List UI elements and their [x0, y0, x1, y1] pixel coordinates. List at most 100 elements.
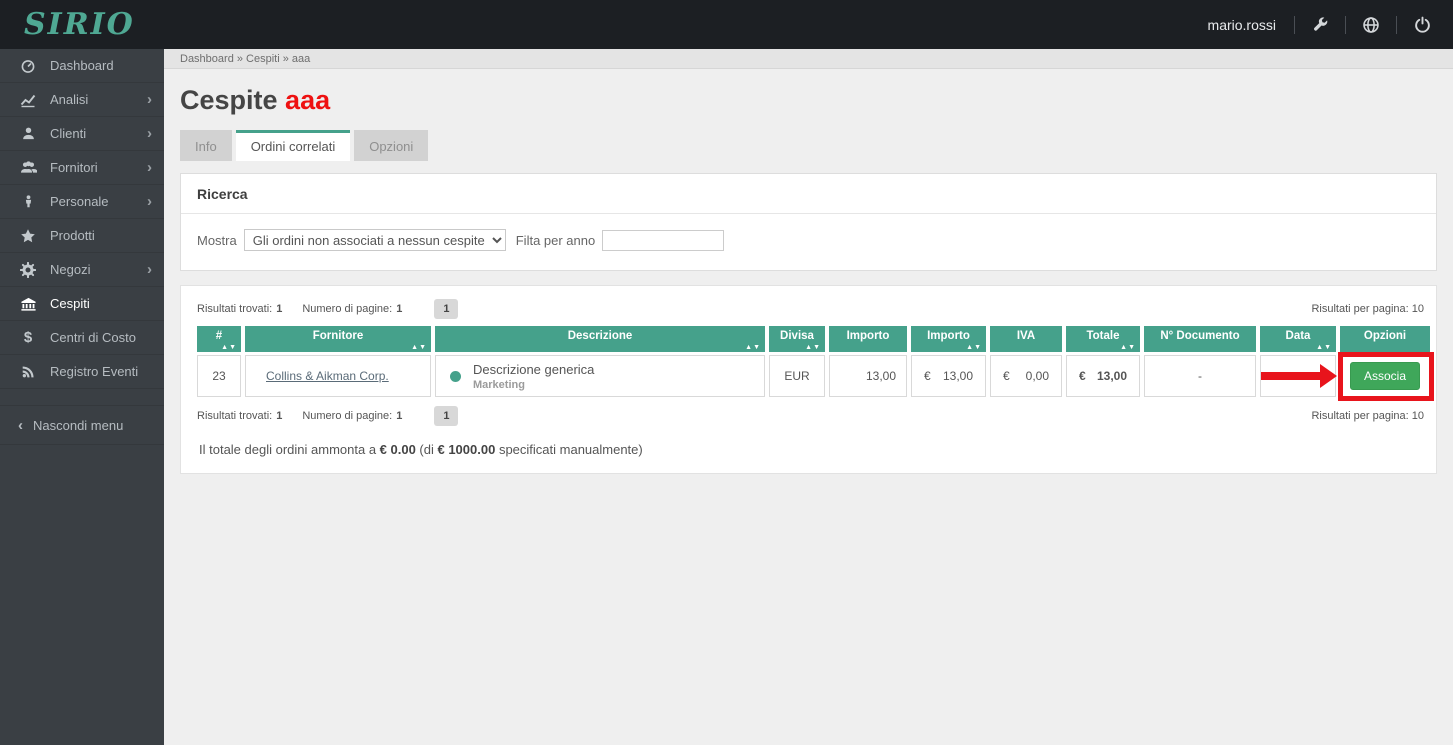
table-header-row: # ▲▼ Fornitore ▲▼ Descrizione ▲▼ Divisa ▲▼ I…	[197, 326, 1430, 352]
page-title: Cespite aaa	[180, 85, 1437, 116]
col-header-label: Descrizione	[567, 330, 633, 342]
col-header-label: N° Documento	[1160, 330, 1240, 342]
year-filter-input[interactable]	[602, 229, 725, 251]
per-page-value: 10	[1411, 303, 1424, 315]
page-count-label: Numero di pagine:	[302, 410, 393, 422]
chevron-left-icon: ‹	[18, 416, 23, 434]
per-page-value: 10	[1411, 410, 1424, 422]
sidebar-item-label: Personale	[50, 194, 109, 209]
col-header-importo-eur[interactable]: Importo ▲▼	[911, 326, 986, 352]
app-root: SIRIO mario.rossi Dashboard Analisi › Cl…	[0, 0, 1453, 745]
sidebar-item-label: Cespiti	[50, 296, 90, 311]
col-header-descrizione[interactable]: Descrizione ▲▼	[435, 326, 765, 352]
sort-icon[interactable]: ▲▼	[411, 344, 427, 351]
sidebar-item-cespiti[interactable]: Cespiti	[0, 287, 164, 321]
divider	[1345, 15, 1346, 34]
user-icon	[18, 126, 38, 141]
sidebar-item-analisi[interactable]: Analisi ›	[0, 83, 164, 117]
bank-icon	[18, 296, 38, 312]
search-panel: Ricerca Mostra Gli ordini non associati …	[180, 173, 1437, 271]
sort-icon[interactable]: ▲▼	[745, 344, 761, 351]
tab-opzioni[interactable]: Opzioni	[354, 130, 429, 161]
amount: 13,00	[942, 369, 973, 383]
show-label: Mostra	[197, 232, 237, 248]
col-header-totale[interactable]: Totale ▲▼	[1066, 326, 1140, 352]
hide-menu-label: Nascondi menu	[33, 417, 124, 433]
sidebar-item-label: Clienti	[50, 126, 87, 141]
sort-icon[interactable]: ▲▼	[1316, 344, 1332, 351]
col-header-iva[interactable]: IVA	[990, 326, 1062, 352]
page-1-button[interactable]: 1	[434, 406, 459, 426]
results-found-value: 1	[276, 410, 283, 422]
globe-icon[interactable]	[1358, 12, 1384, 38]
sidebar-item-label: Prodotti	[50, 228, 95, 243]
per-page-label: Risultati per pagina:	[1311, 303, 1409, 315]
results-found: Risultati trovati: 1	[197, 410, 282, 422]
order-filter-select[interactable]: Gli ordini non associati a nessun cespit…	[243, 229, 506, 251]
main-content: Dashboard » Cespiti » aaa Cespite aaa In…	[164, 49, 1453, 745]
annotation-arrow-icon	[1261, 364, 1337, 388]
cell-totale: €13,00	[1066, 355, 1140, 397]
chevron-right-icon: ›	[147, 193, 152, 210]
col-header-label: Opzioni	[1363, 330, 1407, 342]
tab-info[interactable]: Info	[180, 130, 232, 161]
sidebar-item-fornitori[interactable]: Fornitori ›	[0, 151, 164, 185]
table-row: 23 Collins & Aikman Corp. Descrizione ge…	[197, 352, 1434, 401]
wrench-icon[interactable]	[1307, 12, 1333, 38]
col-header-documento[interactable]: N° Documento	[1144, 326, 1256, 352]
sidebar-item-label: Fornitori	[50, 160, 98, 175]
chevron-right-icon: ›	[147, 125, 152, 142]
page-1-button[interactable]: 1	[434, 299, 459, 319]
supplier-link[interactable]: Collins & Aikman Corp.	[252, 369, 389, 383]
content: Cespite aaa Info Ordini correlati Opzion…	[164, 85, 1453, 474]
tab-ordini-correlati[interactable]: Ordini correlati	[235, 130, 351, 161]
power-icon[interactable]	[1409, 12, 1435, 38]
page-count: Numero di pagine: 1	[302, 303, 402, 315]
per-page-info: Risultati per pagina: 10	[1311, 303, 1426, 315]
sidebar-item-clienti[interactable]: Clienti ›	[0, 117, 164, 151]
cell-data	[1260, 355, 1337, 397]
sidebar-item-registro-eventi[interactable]: Registro Eventi	[0, 355, 164, 389]
sort-icon[interactable]: ▲▼	[1120, 344, 1136, 351]
cell-descrizione: Descrizione generica Marketing	[435, 355, 765, 397]
tab-bar: Info Ordini correlati Opzioni	[180, 130, 1437, 161]
sort-icon[interactable]: ▲▼	[805, 344, 821, 351]
associa-button[interactable]: Associa	[1349, 362, 1421, 390]
col-header-opzioni: Opzioni	[1340, 326, 1430, 352]
page-count-value: 1	[396, 410, 403, 422]
sidebar-item-negozi[interactable]: Negozi ›	[0, 253, 164, 287]
sidebar-item-label: Dashboard	[50, 58, 114, 73]
col-header-fornitore[interactable]: Fornitore ▲▼	[245, 326, 431, 352]
sidebar-item-prodotti[interactable]: Prodotti	[0, 219, 164, 253]
sidebar-item-label: Centri di Costo	[50, 330, 136, 345]
total-mid: (di	[415, 442, 438, 457]
sidebar-item-personale[interactable]: Personale ›	[0, 185, 164, 219]
col-header-divisa[interactable]: Divisa ▲▼	[769, 326, 825, 352]
dollar-icon: $	[23, 329, 33, 346]
sidebar-item-centri-di-costo[interactable]: $ Centri di Costo	[0, 321, 164, 355]
description-text: Descrizione generica Marketing	[473, 362, 594, 391]
breadcrumb[interactable]: Dashboard » Cespiti » aaa	[164, 49, 1453, 69]
col-header-id[interactable]: # ▲▼	[197, 326, 241, 352]
description-category: Marketing	[473, 378, 525, 391]
per-page-info: Risultati per pagina: 10	[1311, 410, 1426, 422]
cell-importo-divisa: 13,00	[829, 355, 907, 397]
hide-menu-button[interactable]: ‹ Nascondi menu	[0, 405, 164, 445]
results-panel: Risultati trovati: 1 Numero di pagine: 1 1…	[180, 285, 1437, 474]
star-icon	[18, 228, 38, 244]
year-filter-label: Filta per anno	[515, 232, 596, 248]
sort-icon[interactable]: ▲▼	[221, 344, 237, 351]
topbar: SIRIO mario.rossi	[0, 0, 1453, 49]
chevron-right-icon: ›	[147, 159, 152, 176]
sidebar-item-dashboard[interactable]: Dashboard	[0, 49, 164, 83]
col-header-importo-divisa[interactable]: Importo	[829, 326, 907, 352]
cell-fornitore: Collins & Aikman Corp.	[245, 355, 431, 397]
users-group-icon	[18, 160, 38, 175]
sort-icon[interactable]: ▲▼	[966, 344, 982, 351]
page-count-label: Numero di pagine:	[302, 303, 393, 315]
username[interactable]: mario.rossi	[1208, 17, 1276, 33]
col-header-label: Divisa	[780, 330, 814, 342]
col-header-label: Importo	[927, 330, 970, 342]
status-dot-icon	[450, 370, 461, 382]
col-header-data[interactable]: Data ▲▼	[1260, 326, 1336, 352]
